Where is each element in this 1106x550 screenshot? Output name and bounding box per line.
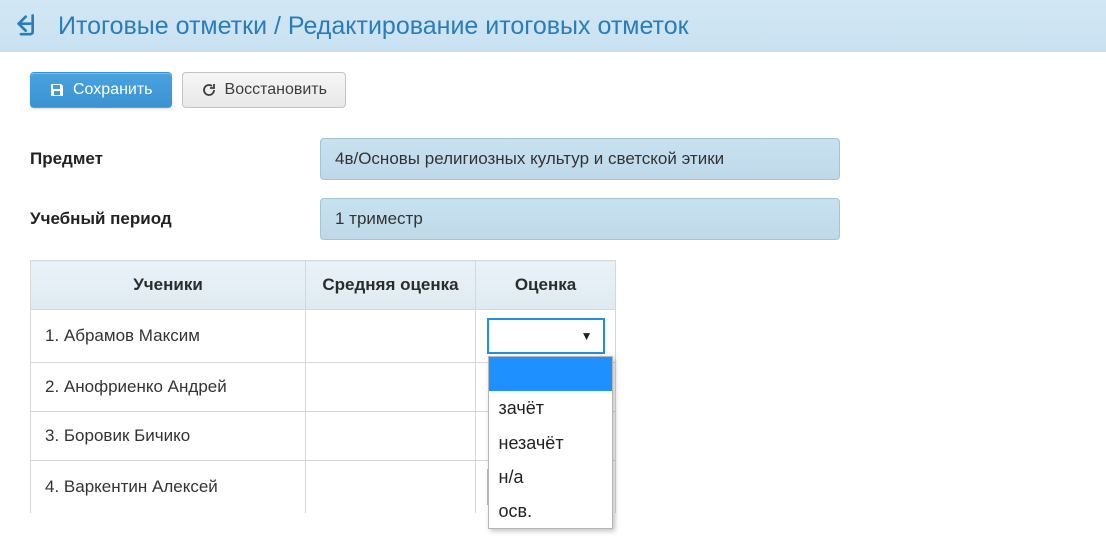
- column-avg: Средняя оценка: [306, 261, 476, 310]
- column-students: Ученики: [31, 261, 306, 310]
- refresh-icon: [201, 82, 217, 98]
- avg-cell: [306, 363, 476, 412]
- student-name: 4. Варкентин Алексей: [31, 461, 306, 514]
- header-bar: Итоговые отметки / Редактирование итогов…: [0, 0, 1106, 52]
- restore-button[interactable]: Восстановить: [182, 72, 346, 108]
- student-name: 2. Анофриенко Андрей: [31, 363, 306, 412]
- dropdown-option[interactable]: осв.: [489, 494, 612, 528]
- grade-cell: ▼ зачёт незачёт н/а осв.: [476, 310, 616, 363]
- save-icon: [49, 82, 65, 98]
- column-grade: Оценка: [476, 261, 616, 310]
- student-name: 3. Боровик Бичико: [31, 412, 306, 461]
- subject-value[interactable]: 4в/Основы религиозных культур и светской…: [320, 138, 840, 180]
- subject-label: Предмет: [30, 149, 320, 169]
- dropdown-option[interactable]: н/а: [489, 460, 612, 494]
- period-label: Учебный период: [30, 209, 320, 229]
- table-row: 1. Абрамов Максим ▼ зачёт незачёт н/а ос…: [31, 310, 616, 363]
- back-icon[interactable]: [12, 10, 44, 42]
- page-title: Итоговые отметки / Редактирование итогов…: [58, 12, 689, 41]
- content: Сохранить Восстановить Предмет 4в/Основы…: [0, 52, 1106, 543]
- period-value[interactable]: 1 триместр: [320, 198, 840, 240]
- student-name: 1. Абрамов Максим: [31, 310, 306, 363]
- grade-dropdown: зачёт незачёт н/а осв.: [488, 356, 613, 529]
- dropdown-option[interactable]: [489, 357, 612, 391]
- subject-row: Предмет 4в/Основы религиозных культур и …: [30, 138, 1076, 180]
- dropdown-option[interactable]: незачёт: [489, 426, 612, 460]
- dropdown-option[interactable]: зачёт: [489, 391, 612, 425]
- avg-cell: [306, 412, 476, 461]
- chevron-down-icon: ▼: [581, 329, 593, 343]
- period-row: Учебный период 1 триместр: [30, 198, 1076, 240]
- save-button[interactable]: Сохранить: [30, 72, 172, 108]
- avg-cell: [306, 461, 476, 514]
- grades-table-wrapper: Ученики Средняя оценка Оценка 1. Абрамов…: [30, 260, 1076, 513]
- grade-select-open[interactable]: ▼ зачёт незачёт н/а осв.: [487, 318, 605, 354]
- save-button-label: Сохранить: [73, 82, 153, 98]
- restore-button-label: Восстановить: [225, 82, 327, 98]
- toolbar: Сохранить Восстановить: [30, 72, 1076, 108]
- grades-table: Ученики Средняя оценка Оценка 1. Абрамов…: [30, 260, 616, 513]
- avg-cell: [306, 310, 476, 363]
